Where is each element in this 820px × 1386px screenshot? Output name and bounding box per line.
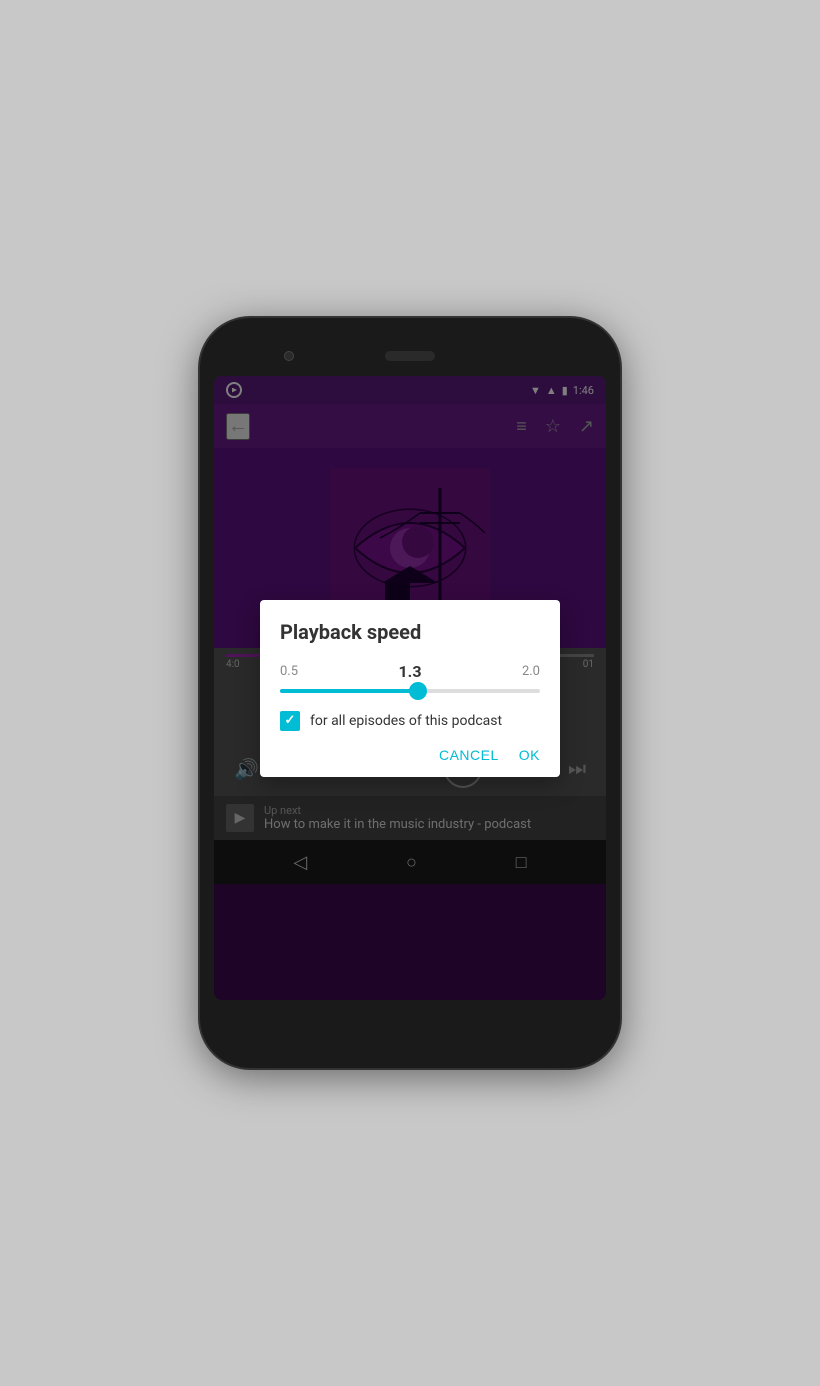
slider-labels: 0.5 1.3 2.0 [280,662,540,681]
dialog-overlay: Playback speed 0.5 1.3 2.0 for all episo… [214,376,606,1000]
slider-current: 1.3 [399,662,422,681]
slider-min: 0.5 [280,664,298,679]
dialog-actions: CANCEL OK [280,747,540,763]
checkbox-label: for all episodes of this podcast [310,713,502,729]
phone-top-bar [214,336,606,376]
slider-track[interactable] [280,689,540,693]
phone-camera [284,351,294,361]
phone-screen: ▼ ▲ ▮ 1:46 ← ≡ ☆ ↗ [214,376,606,1000]
phone-device: ▼ ▲ ▮ 1:46 ← ≡ ☆ ↗ [200,318,620,1068]
cancel-button[interactable]: CANCEL [439,747,499,763]
phone-bottom-bar [214,1000,606,1030]
slider-max: 2.0 [522,664,540,679]
slider-fill [280,689,418,693]
checkbox[interactable] [280,711,300,731]
checkbox-row[interactable]: for all episodes of this podcast [280,711,540,731]
phone-speaker [385,351,435,361]
slider-thumb[interactable] [409,682,427,700]
slider-section: 0.5 1.3 2.0 [280,662,540,693]
dialog-title: Playback speed [280,620,540,644]
playback-speed-dialog: Playback speed 0.5 1.3 2.0 for all episo… [260,600,560,777]
ok-button[interactable]: OK [519,747,540,763]
